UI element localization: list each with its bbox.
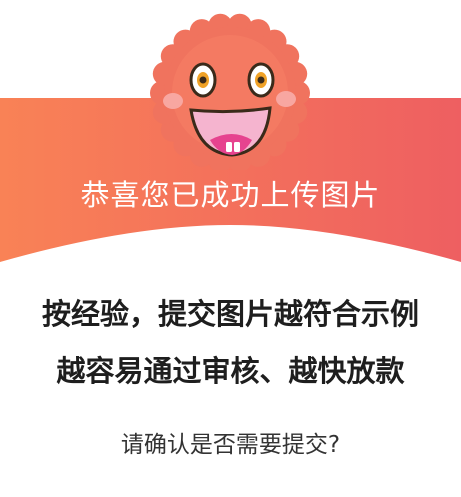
upload-success-text: 恭喜您已成功上传图片 — [80, 178, 381, 212]
tip-headline-line-1: 按经验，提交图片越符合示例 — [41, 297, 419, 331]
upload-success-dialog: 恭喜您已成功上传图片 按经验，提交图片越符合示例 越容易通过审核、越快放款 请确… — [0, 0, 461, 497]
confirm-submit-question: 请确认是否需要提交? — [120, 432, 341, 458]
smiling-sun-mascot-icon — [150, 13, 310, 170]
tip-headline-line-2: 越容易通过审核、越快放款 — [56, 354, 405, 388]
